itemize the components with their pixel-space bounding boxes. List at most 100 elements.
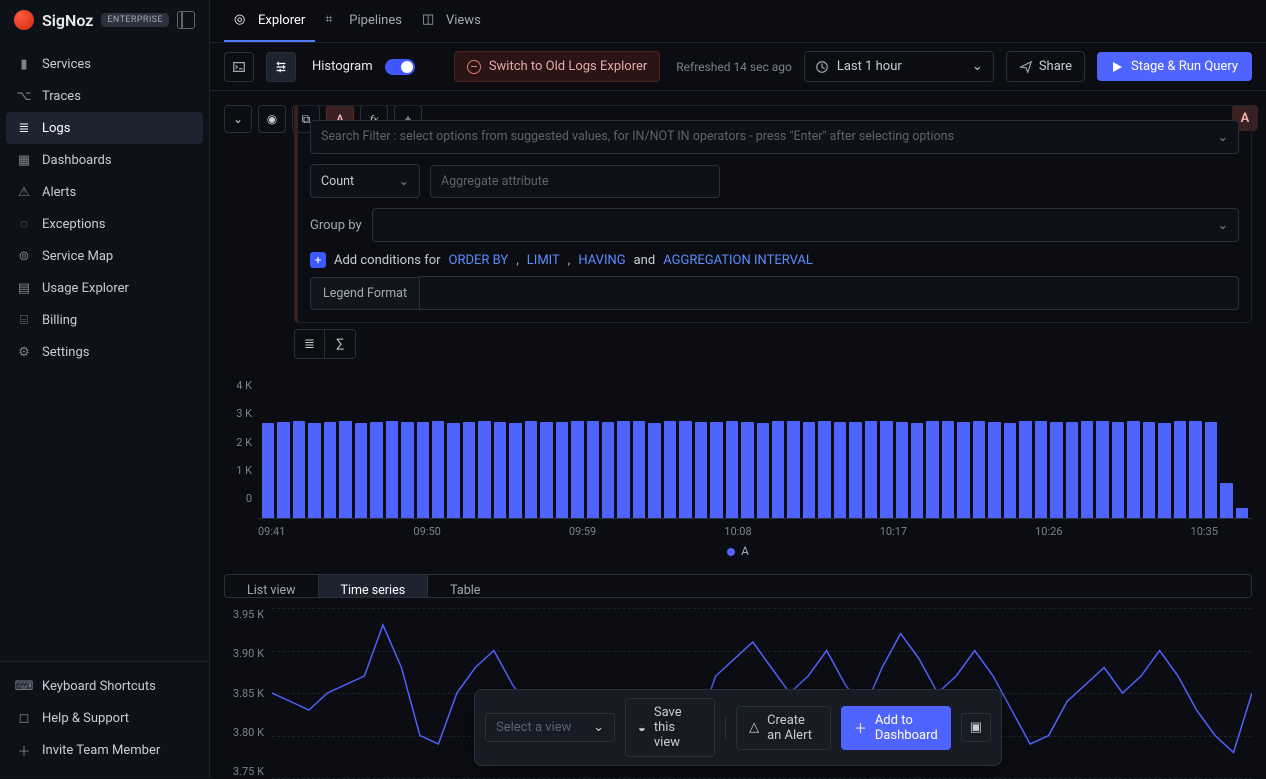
send-icon [1019, 60, 1033, 74]
add-cond-prefix: Add conditions for [334, 253, 441, 268]
branch-icon: ⌥ [16, 88, 32, 104]
view-tabs: List view Time series Table [224, 574, 1252, 598]
histogram-toggle[interactable] [385, 59, 415, 75]
histogram-chart: 4 K3 K2 K1 K0 09:4109:5009:5910:0810:171… [210, 373, 1266, 570]
limit-link[interactable]: LIMIT [527, 253, 560, 268]
save-view-button[interactable]: ◒Save this view [625, 698, 715, 757]
share-button[interactable]: Share [1006, 51, 1085, 82]
sidebar-item-label: Traces [42, 89, 81, 104]
terminal-button[interactable] [224, 52, 254, 82]
legend-dot-icon [727, 548, 735, 556]
pipeline-icon: ⌗ [325, 12, 341, 28]
time-range-value: Last 1 hour [837, 59, 902, 74]
tab-explorer[interactable]: ◎Explorer [224, 0, 315, 42]
create-alert-button[interactable]: △Create an Alert [736, 706, 831, 750]
select-view-dropdown[interactable]: Select a view⌄ [485, 713, 615, 742]
terminal-icon [232, 60, 246, 74]
agg-attr-placeholder: Aggregate attribute [441, 174, 548, 189]
sidebar-item-label: Usage Explorer [42, 281, 129, 296]
sidebar-collapse-icon[interactable] [177, 11, 195, 29]
histogram-yaxis: 4 K3 K2 K1 K0 [224, 379, 258, 519]
sidebar-item-service-map[interactable]: ⊚ Service Map [6, 240, 203, 272]
histogram-label: Histogram [312, 59, 373, 74]
create-alert-label: Create an Alert [767, 713, 818, 743]
user-plus-icon: ＋ [16, 742, 32, 758]
histogram-plot-area[interactable] [258, 379, 1252, 519]
divider [725, 717, 726, 739]
top-tabs: ◎Explorer ⌗ Pipelines ◫Views [210, 0, 1266, 43]
sidebar-item-dashboards[interactable]: ▦Dashboards [6, 144, 203, 176]
map-icon: ⊚ [16, 248, 32, 264]
sidebar-item-usage-explorer[interactable]: ▤Usage Explorer [6, 272, 203, 304]
stage-run-query-button[interactable]: Stage & Run Query [1097, 52, 1252, 81]
compass-icon: ◎ [234, 12, 250, 28]
code-button[interactable] [266, 52, 296, 82]
gear-icon: ⚙ [16, 344, 32, 360]
brand-area: SigNoz ENTERPRISE [0, 0, 209, 40]
select-view-placeholder: Select a view [496, 720, 571, 735]
main: ◎Explorer ⌗ Pipelines ◫Views Histogram Sw… [210, 0, 1266, 778]
group-by-label: Group by [310, 218, 362, 233]
sidebar-item-services[interactable]: ▮Services [6, 48, 203, 80]
histogram-xaxis: 09:4109:5009:5910:0810:1710:2610:35 [224, 519, 1252, 538]
query-body: Search Filter : select options from sugg… [294, 105, 1252, 323]
tab-label: Views [446, 13, 481, 28]
sidebar-item-label: Logs [42, 121, 70, 136]
clock-icon [815, 60, 829, 74]
switch-label: Switch to Old Logs Explorer [489, 59, 647, 74]
sidebar-item-traces[interactable]: ⌥ Traces [6, 80, 203, 112]
aggregate-function-select[interactable]: Count⌄ [310, 164, 420, 198]
raw-view-button[interactable]: ≣ [295, 330, 325, 358]
timeseries-chart: 3.95 K3.90 K3.85 K3.80 K3.75 K Select a … [210, 608, 1266, 778]
sidebar-item-help-support[interactable]: ◻Help & Support [6, 702, 203, 734]
group-by-input[interactable]: ⌄ [372, 208, 1239, 242]
aggregate-attribute-input[interactable]: Aggregate attribute [430, 165, 720, 198]
legend-series-label: A [741, 544, 749, 558]
time-range-select[interactable]: Last 1 hour ⌄ [804, 51, 994, 82]
toolbar: Histogram Switch to Old Logs Explorer Re… [210, 43, 1266, 91]
sidebar-item-label: Keyboard Shortcuts [42, 679, 156, 694]
expand-query-chip[interactable]: ⌄ [224, 105, 252, 133]
sidebar-item-logs[interactable]: ≣Logs [6, 112, 203, 144]
sidebar-item-settings[interactable]: ⚙ Settings [6, 336, 203, 368]
tab-views[interactable]: ◫Views [412, 0, 491, 42]
bottom-action-bar: Select a view⌄ ◒Save this view △Create a… [474, 689, 1002, 766]
visibility-chip[interactable]: ◉ [258, 105, 286, 133]
query-builder: ⌄ ◉ ⧉ A fx + A Search Filter : select op… [210, 91, 1266, 373]
view-tab-list[interactable]: List view [225, 575, 318, 597]
search-filter-input[interactable]: Search Filter : select options from sugg… [310, 120, 1239, 154]
sidebar-item-invite[interactable]: ＋Invite Team Member [6, 734, 203, 766]
having-link[interactable]: HAVING [578, 253, 625, 268]
sidebar-item-label: Exceptions [42, 217, 105, 232]
view-tab-time-series[interactable]: Time series [318, 575, 428, 597]
sidebar-item-alerts[interactable]: ⚠Alerts [6, 176, 203, 208]
sigma-button[interactable]: ∑ [325, 330, 355, 358]
order-by-link[interactable]: ORDER BY [449, 253, 509, 268]
legend-format-input[interactable] [419, 276, 1239, 310]
view-tab-table[interactable]: Table [427, 575, 502, 597]
sidebar-item-label: Settings [42, 345, 89, 360]
add-condition-button[interactable]: + [310, 252, 326, 268]
keyboard-icon: ⌨ [16, 678, 32, 694]
sidebar-item-label: Service Map [42, 249, 113, 264]
aggregation-interval-link[interactable]: AGGREGATION INTERVAL [663, 253, 813, 268]
tab-label: Pipelines [349, 13, 402, 28]
add-to-dashboard-button[interactable]: ＋Add to Dashboard [841, 706, 951, 750]
export-button[interactable]: ▣ [961, 713, 991, 742]
sidebar-item-exceptions[interactable]: ◌Exceptions [6, 208, 203, 240]
sidebar-item-billing[interactable]: ⌸Billing [6, 304, 203, 336]
tab-pipelines[interactable]: ⌗ Pipelines [315, 0, 412, 42]
sidebar-item-keyboard-shortcuts[interactable]: ⌨ Keyboard Shortcuts [6, 670, 203, 702]
billing-icon: ⌸ [16, 312, 32, 328]
sidebar-item-label: Alerts [42, 185, 76, 200]
grid-icon: ▦ [16, 152, 32, 168]
switch-old-explorer-button[interactable]: Switch to Old Logs Explorer [454, 51, 660, 82]
chevron-down-icon: ⌄ [1218, 217, 1228, 233]
brand-tier-badge: ENTERPRISE [101, 13, 169, 27]
view-tab-label: Table [450, 583, 480, 598]
plus-icon: ＋ [854, 718, 867, 737]
histogram-bars [258, 418, 1252, 518]
sidebar: SigNoz ENTERPRISE ▮Services ⌥ Traces ≣Log… [0, 0, 210, 778]
view-tab-label: Time series [341, 583, 406, 598]
histogram-legend[interactable]: A [224, 538, 1252, 568]
